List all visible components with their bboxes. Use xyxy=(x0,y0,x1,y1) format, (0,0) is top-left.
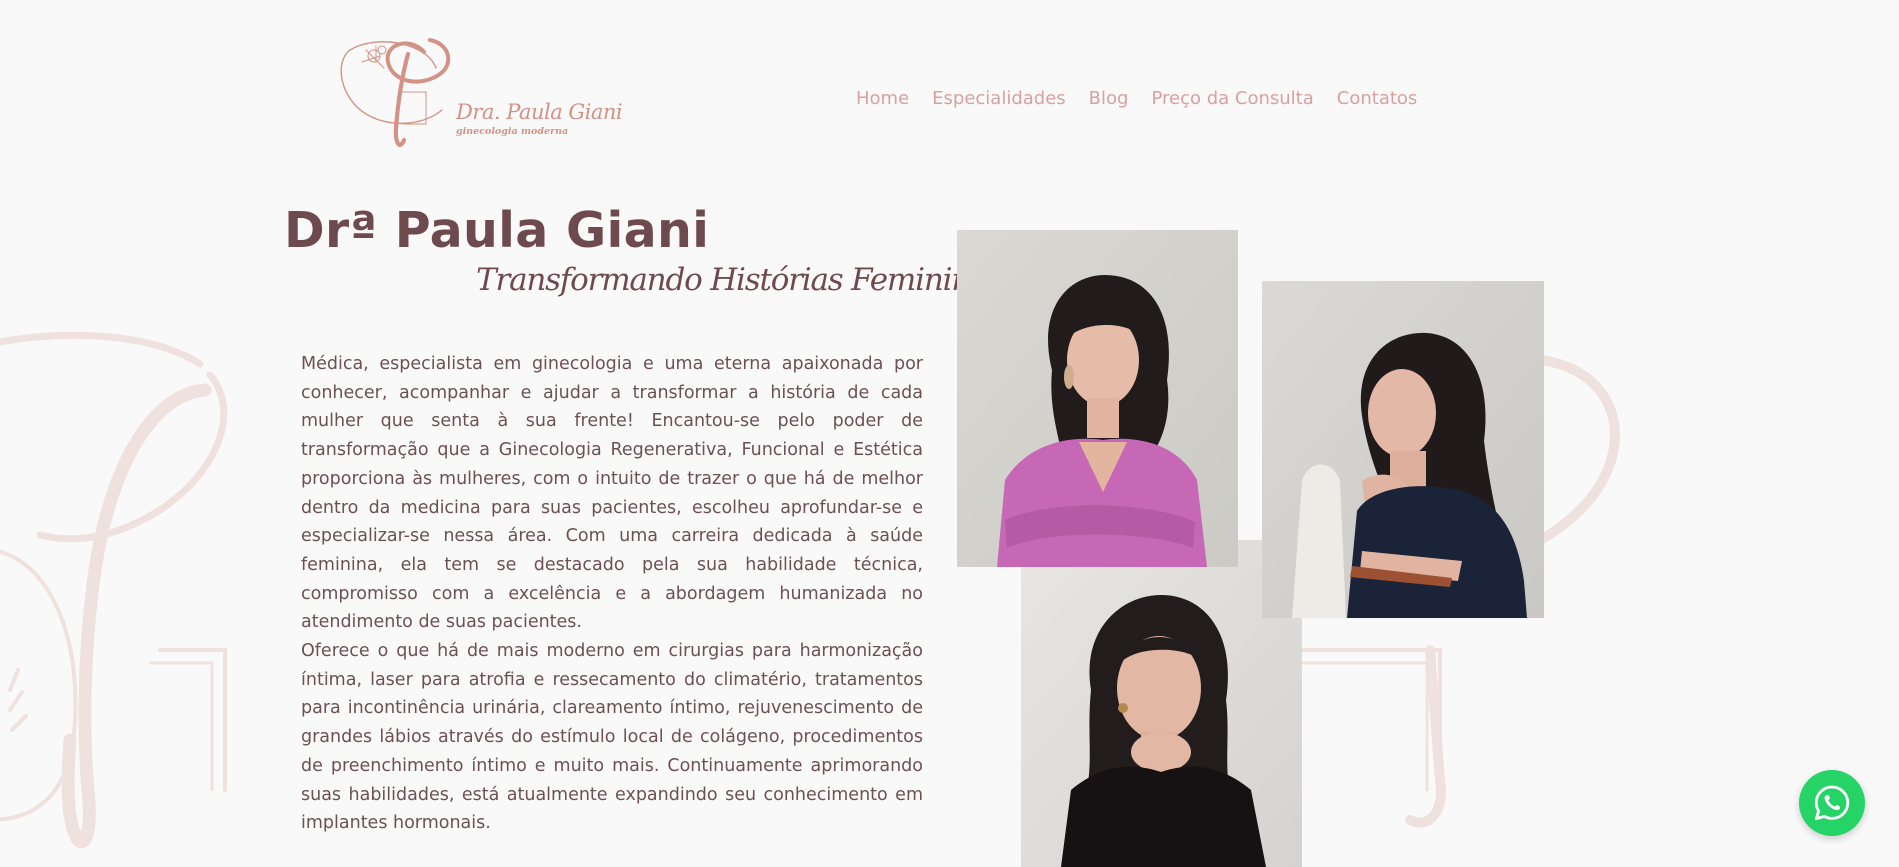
page-title: Drª Paula Giani xyxy=(284,202,710,259)
photo-navy-dress xyxy=(1262,281,1544,618)
nav-item-especialidades[interactable]: Especialidades xyxy=(932,88,1066,109)
whatsapp-button[interactable] xyxy=(1799,770,1865,836)
nav-item-blog[interactable]: Blog xyxy=(1089,88,1129,109)
page-subtitle: Transformando Histórias Femininas xyxy=(476,262,1003,298)
bio-text: Médica, especialista em ginecologia e um… xyxy=(301,350,923,838)
photo-pink-dress xyxy=(957,230,1238,567)
watermark-monogram-left xyxy=(0,331,228,849)
bio-paragraph: Oferece o que há de mais moderno em ciru… xyxy=(301,641,923,834)
photo-black-blazer xyxy=(1021,540,1302,867)
nav-item-home[interactable]: Home xyxy=(856,88,909,109)
brand-name: Dra. Paula Giani xyxy=(456,100,623,124)
brand-tagline: ginecologia moderna xyxy=(456,126,569,137)
whatsapp-icon xyxy=(1814,785,1850,820)
main-nav: Home Especialidades Blog Preço da Consul… xyxy=(856,88,1417,109)
pg-monogram-logo xyxy=(340,38,451,147)
nav-item-preco-consulta[interactable]: Preço da Consulta xyxy=(1151,88,1313,109)
nav-item-contatos[interactable]: Contatos xyxy=(1337,88,1418,109)
bio-paragraph: Médica, especialista em ginecologia e um… xyxy=(301,354,923,633)
brand-logo[interactable]: Dra. Paula Giani ginecologia moderna xyxy=(336,32,636,152)
